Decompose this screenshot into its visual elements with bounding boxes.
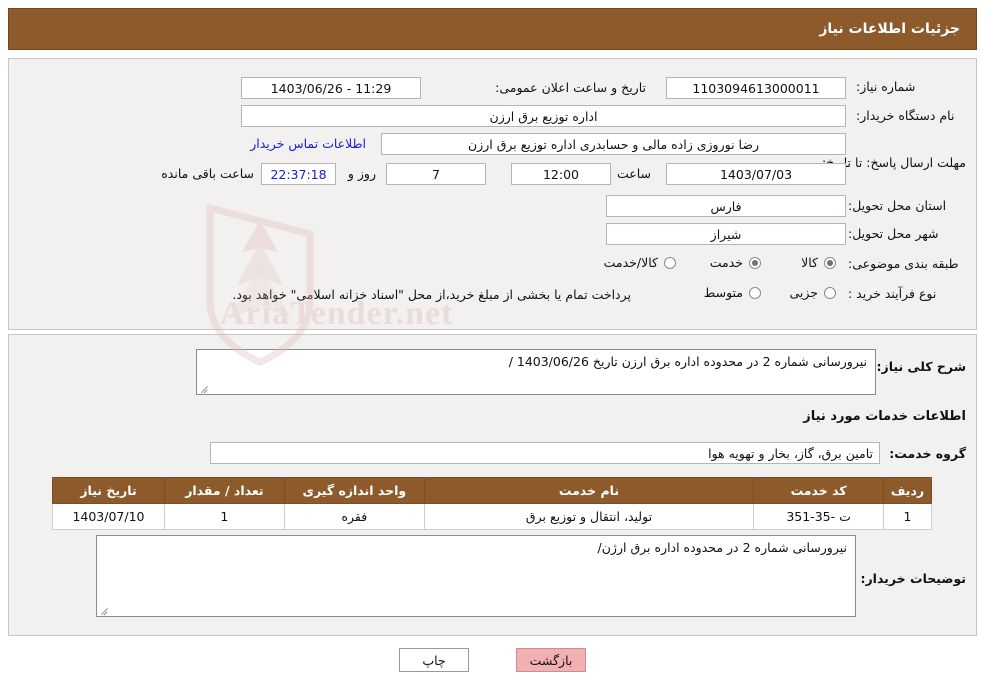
buyer-notes-textarea[interactable]: نیرورسانی شماره 2 در محدوده اداره برق ار… <box>96 535 856 617</box>
city-value: شیراز <box>606 223 846 245</box>
cell-qty: 1 <box>163 503 285 530</box>
remaining-days-value: 7 <box>386 163 486 185</box>
category-option-khedmat[interactable]: خدمت <box>710 255 761 270</box>
deadline-time-label: ساعت <box>616 166 651 181</box>
print-button[interactable]: چاپ <box>399 648 469 672</box>
th-code: کد خدمت <box>753 477 885 504</box>
need-number-value: 1103094613000011 <box>666 77 846 99</box>
th-unit: واحد اندازه گیری <box>283 477 425 504</box>
buyer-notes-label: توضیحات خریدار: <box>860 571 966 586</box>
process-label: نوع فرآیند خرید : <box>848 286 937 301</box>
category-option-label: کالا/خدمت <box>603 255 658 270</box>
cell-row: 1 <box>883 503 932 530</box>
need-number-row: شماره نیاز: <box>856 79 966 94</box>
category-option-label: خدمت <box>709 255 743 270</box>
resize-grip-icon[interactable] <box>100 604 110 614</box>
category-label: طبقه بندی موضوعی: <box>848 256 959 271</box>
table-header-row: ردیف کد خدمت نام خدمت واحد اندازه گیری ت… <box>52 477 932 504</box>
buyer-org-label: نام دستگاه خریدار: <box>856 108 955 123</box>
radio-icon[interactable] <box>824 256 836 269</box>
radio-icon[interactable] <box>749 256 761 269</box>
province-label: استان محل تحویل: <box>848 198 947 213</box>
process-option-label: متوسط <box>703 285 743 300</box>
need-number-label: شماره نیاز: <box>856 79 916 94</box>
buyer-contact-link[interactable]: اطلاعات تماس خریدار <box>250 136 366 151</box>
process-option-label: جزیی <box>789 285 818 300</box>
remaining-clock-value: 22:37:18 <box>261 163 336 185</box>
th-name: نام خدمت <box>423 477 755 504</box>
buyer-person-value: رضا نوروزی زاده مالی و حسابدری اداره توز… <box>381 133 846 155</box>
radio-icon[interactable] <box>824 286 836 299</box>
process-note: پرداخت تمام یا بخشی از مبلغ خرید،از محل … <box>232 287 631 302</box>
deadline-time-value: 12:00 <box>511 163 611 185</box>
buyer-org-value: اداره توزیع برق ارزن <box>241 105 846 127</box>
page-title: جزئیات اطلاعات نیاز <box>819 21 960 37</box>
category-option-kala[interactable]: کالا <box>801 255 836 270</box>
province-value: فارس <box>606 195 846 217</box>
category-option-kala-khedmat[interactable]: کالا/خدمت <box>604 255 676 270</box>
radio-icon[interactable] <box>664 256 676 269</box>
deadline-date-value: 1403/07/03 <box>666 163 846 185</box>
announce-datetime-value: 11:29 - 1403/06/26 <box>241 77 421 99</box>
announce-datetime-label: تاریخ و ساعت اعلان عمومی: <box>495 80 646 95</box>
need-summary-value: نیرورسانی شماره 2 در محدوده اداره برق ار… <box>508 354 867 369</box>
process-option-motavasset[interactable]: متوسط <box>704 285 761 300</box>
need-summary-label: شرح کلی نیاز: <box>876 359 966 374</box>
th-qty: تعداد / مقدار <box>163 477 285 504</box>
deadline-label: مهلت ارسال پاسخ: تا تاریخ: <box>821 155 966 170</box>
page-root: جزئیات اطلاعات نیاز شماره نیاز: 11030946… <box>0 0 985 691</box>
service-group-value: تامین برق، گاز، بخار و تهویه هوا <box>210 442 880 464</box>
need-details-panel: شماره نیاز: 1103094613000011 تاریخ و ساع… <box>8 58 977 330</box>
need-summary-textarea[interactable]: نیرورسانی شماره 2 در محدوده اداره برق ار… <box>196 349 876 395</box>
page-header: جزئیات اطلاعات نیاز <box>8 8 977 50</box>
process-option-jozii[interactable]: جزیی <box>789 285 836 300</box>
cell-code: ت -35-351 <box>753 503 885 530</box>
th-date: تاریخ نیاز <box>52 477 165 504</box>
need-content-panel: شرح کلی نیاز: نیرورسانی شماره 2 در محدود… <box>8 334 977 636</box>
buyer-notes-value: نیرورسانی شماره 2 در محدوده اداره برق ار… <box>597 540 847 555</box>
services-table: ردیف کد خدمت نام خدمت واحد اندازه گیری ت… <box>52 477 932 530</box>
cell-date: 1403/07/10 <box>52 503 165 530</box>
th-row: ردیف <box>883 477 932 504</box>
city-label: شهر محل تحویل: <box>848 226 939 241</box>
remaining-suffix-label: ساعت باقی مانده <box>161 166 254 181</box>
radio-icon[interactable] <box>749 286 761 299</box>
remaining-days-label: روز و <box>347 166 376 181</box>
cell-unit: فقره <box>283 503 425 530</box>
service-group-label: گروه خدمت: <box>889 446 966 461</box>
back-button[interactable]: بازگشت <box>516 648 586 672</box>
resize-grip-icon[interactable] <box>200 382 210 392</box>
cell-name: تولید، انتقال و توزیع برق <box>423 503 755 530</box>
services-section-title: اطلاعات خدمات مورد نیاز <box>803 409 966 424</box>
category-option-label: کالا <box>801 255 818 270</box>
table-row: 1 ت -35-351 تولید، انتقال و توزیع برق فق… <box>52 503 932 530</box>
